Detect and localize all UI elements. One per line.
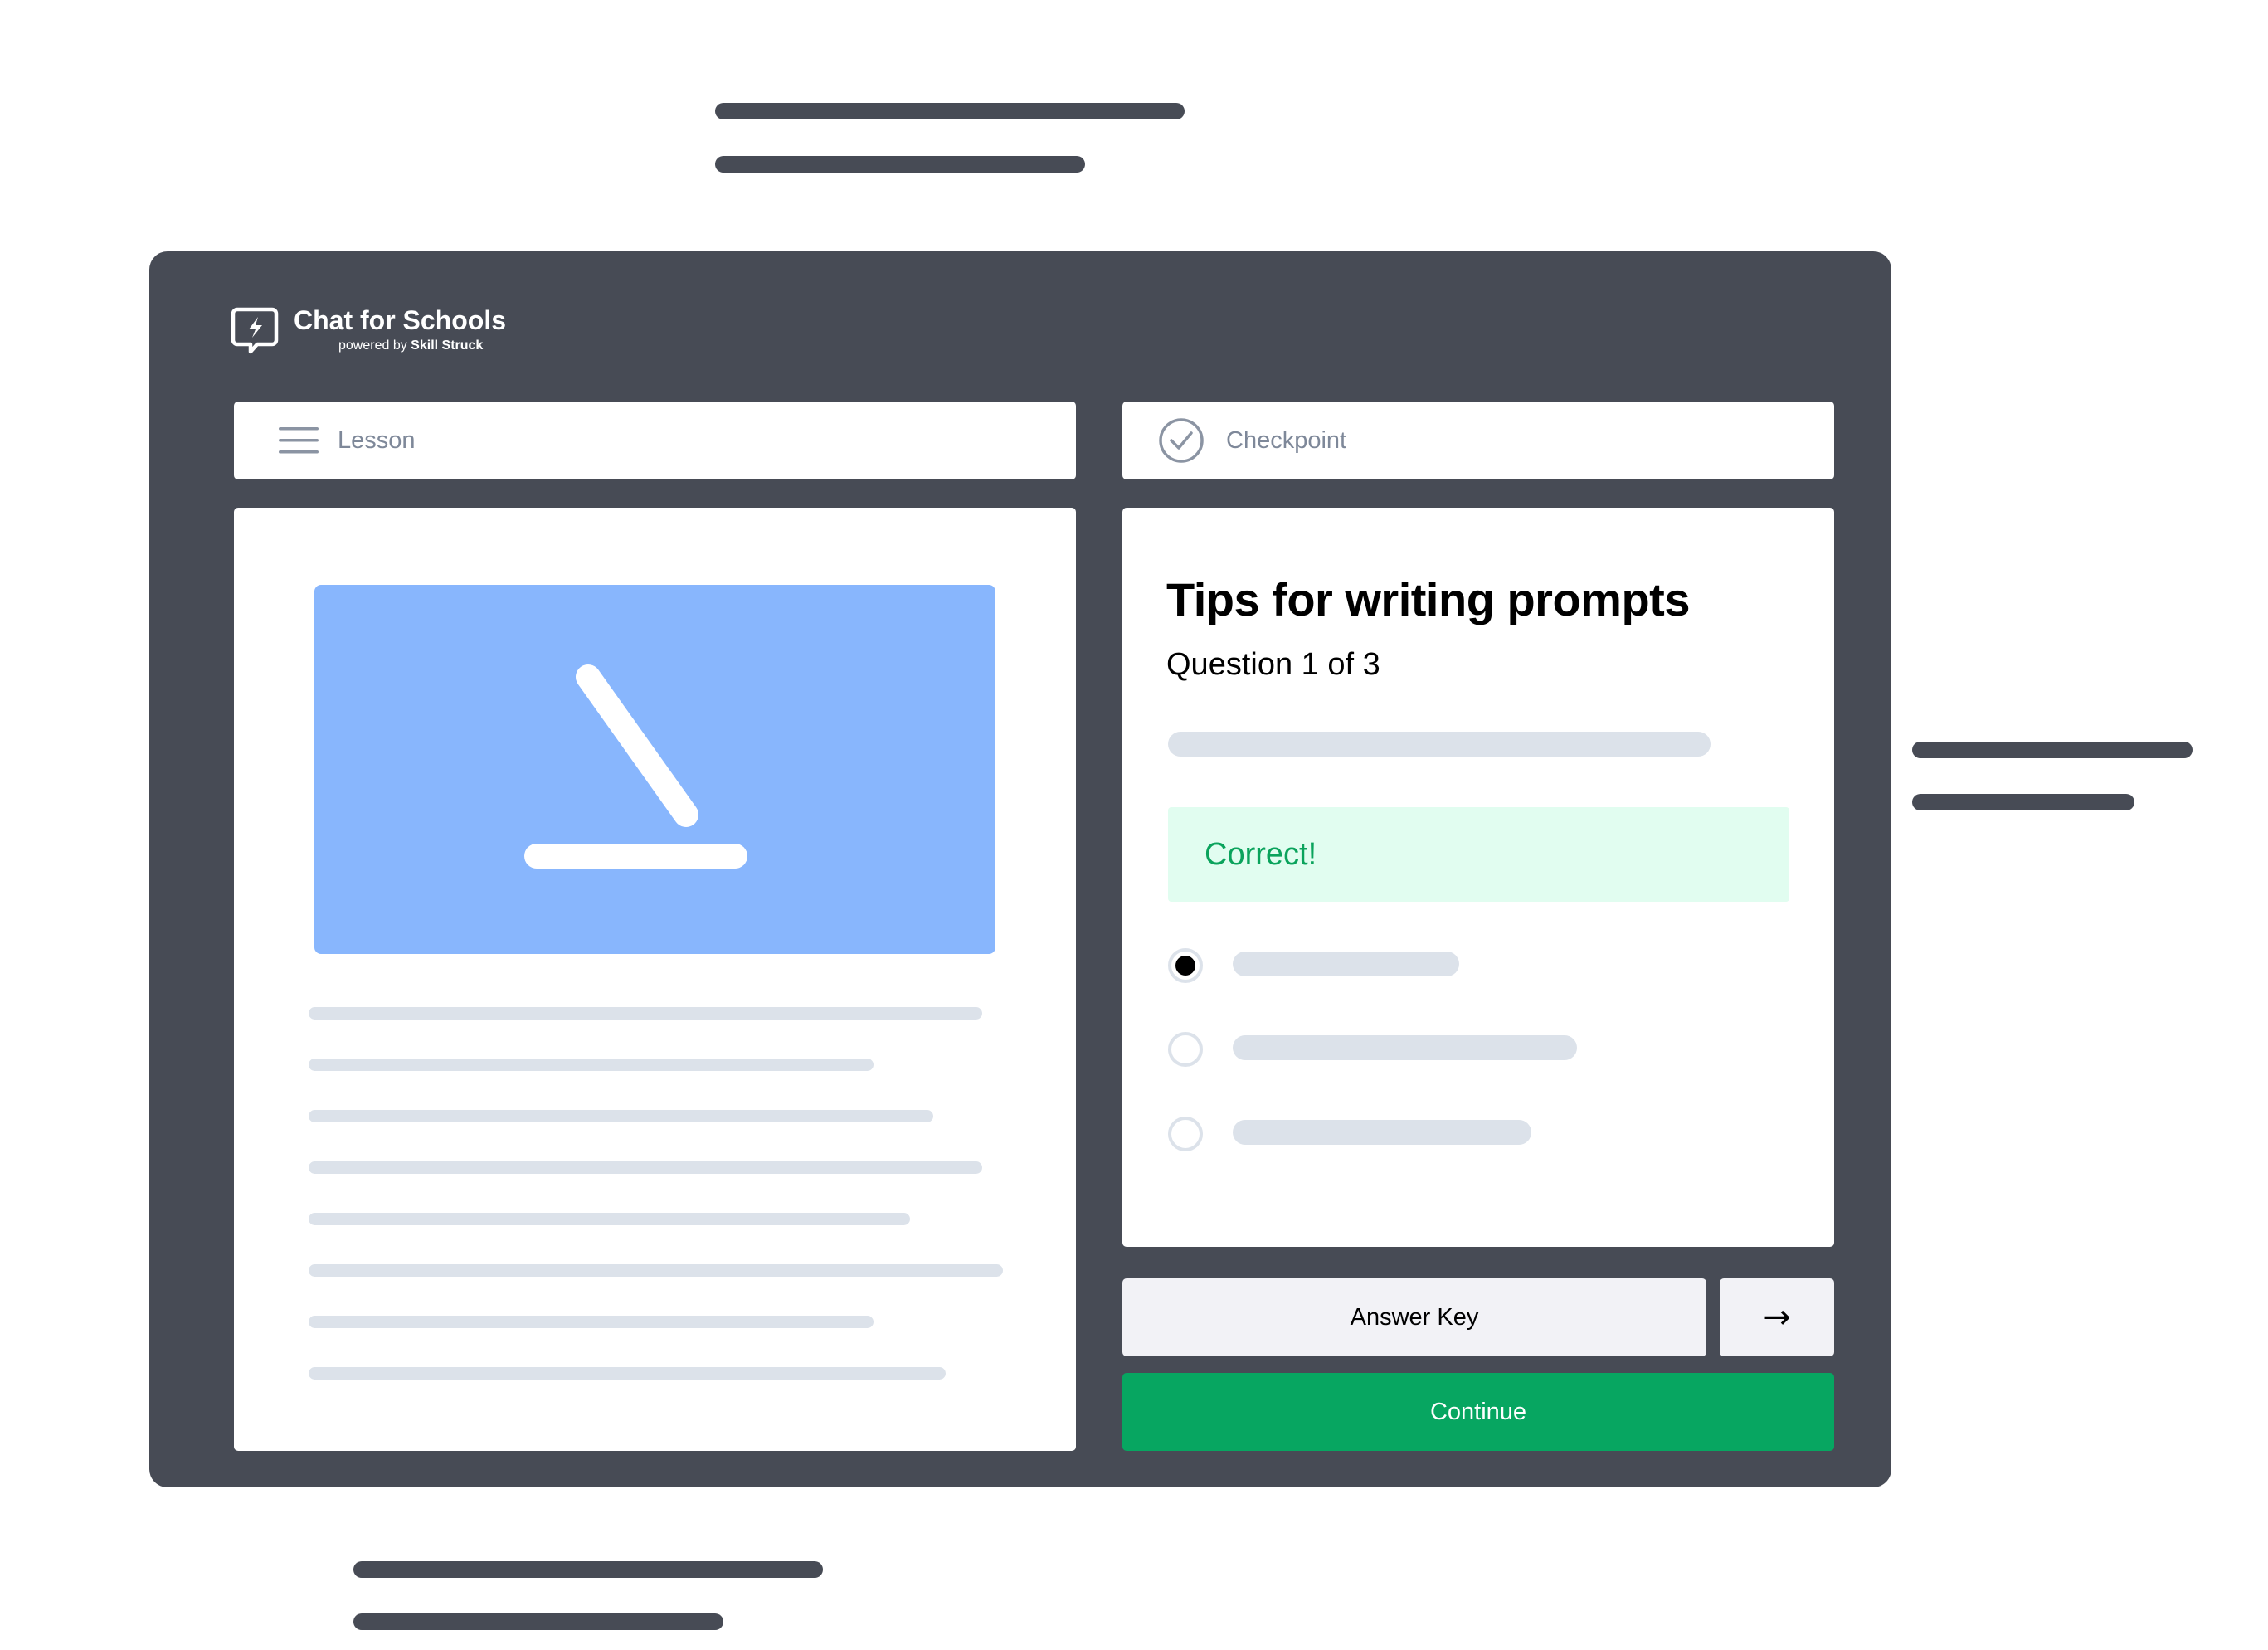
- lesson-text-line: [309, 1059, 874, 1071]
- lesson-image: [314, 585, 995, 954]
- option-radio-3[interactable]: [1168, 1117, 1203, 1151]
- answer-key-button[interactable]: Answer Key: [1122, 1278, 1706, 1356]
- tab-lesson-label: Lesson: [338, 426, 416, 454]
- option-radio-2[interactable]: [1168, 1032, 1203, 1067]
- checkpoint-title: Tips for writing prompts: [1166, 573, 1690, 625]
- decorative-line: [1912, 742, 2193, 758]
- hamburger-menu-icon[interactable]: [278, 426, 319, 455]
- feedback-banner: Correct!: [1168, 807, 1789, 902]
- app-name: Chat for Schools: [294, 305, 507, 335]
- lesson-text-line: [309, 1316, 874, 1328]
- lesson-text-line: [309, 1213, 910, 1225]
- question-text-placeholder: [1168, 732, 1711, 757]
- lesson-text-line: [309, 1161, 982, 1174]
- option-label-placeholder[interactable]: [1233, 952, 1459, 976]
- arrow-right-icon: →: [1763, 1298, 1791, 1336]
- lesson-text-line: [309, 1110, 933, 1122]
- decorative-line: [715, 103, 1185, 119]
- tab-checkpoint[interactable]: Checkpoint: [1122, 402, 1834, 479]
- question-progress-text: Question 1 of 3: [1166, 647, 1380, 682]
- tagline-prefix: powered by: [338, 338, 407, 353]
- check-circle-icon: [1159, 418, 1204, 463]
- next-button[interactable]: →: [1720, 1278, 1834, 1356]
- lightning-chat-bubble-icon: [231, 307, 279, 354]
- continue-label: Continue: [1429, 1398, 1527, 1425]
- tab-lesson[interactable]: Lesson: [234, 402, 1076, 479]
- play-placeholder-icon: [524, 664, 747, 869]
- continue-button[interactable]: Continue: [1122, 1373, 1834, 1451]
- decorative-line: [353, 1613, 723, 1630]
- app-logo[interactable]: Chat for Schools powered by Skill Struck: [231, 305, 507, 362]
- option-radio-1[interactable]: [1168, 948, 1203, 983]
- decorative-line: [715, 156, 1085, 173]
- option-label-placeholder[interactable]: [1233, 1120, 1531, 1145]
- answer-key-label: Answer Key: [1350, 1303, 1479, 1331]
- decorative-line: [353, 1561, 823, 1578]
- app-tagline: powered by Skill Struck: [338, 338, 483, 353]
- decorative-line: [1912, 794, 2134, 810]
- lesson-text-line: [309, 1367, 946, 1380]
- tab-checkpoint-label: Checkpoint: [1226, 426, 1347, 454]
- lesson-text-line: [309, 1264, 1003, 1277]
- lesson-text-line: [309, 1007, 982, 1020]
- tagline-brand: Skill Struck: [411, 338, 484, 353]
- option-label-placeholder[interactable]: [1233, 1035, 1577, 1060]
- feedback-text: Correct!: [1205, 836, 1317, 872]
